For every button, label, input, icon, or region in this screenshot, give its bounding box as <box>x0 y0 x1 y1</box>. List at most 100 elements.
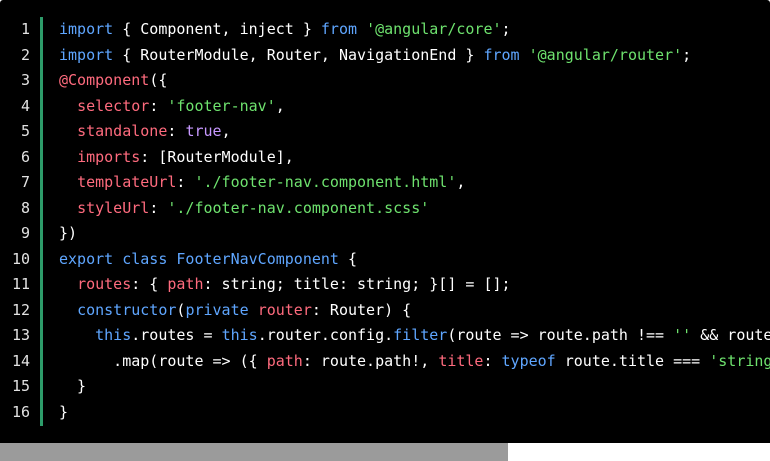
line-number: 14 <box>11 351 30 370</box>
line-number: 1 <box>20 20 30 38</box>
code-token: : <box>149 198 168 217</box>
code-line[interactable]: standalone: true, <box>59 119 770 145</box>
code-token: './footer-nav.component.html' <box>194 173 457 191</box>
code-line[interactable]: } <box>59 400 770 426</box>
code-line[interactable]: constructor(private router: Router) { <box>59 298 770 324</box>
code-token: : <box>149 96 168 115</box>
code-token: : <box>483 351 502 370</box>
code-token: styleUrl <box>77 198 150 217</box>
code-token: filter <box>393 326 448 344</box>
code-token: } <box>59 402 69 421</box>
line-number: 4 <box>20 96 30 115</box>
code-line[interactable]: import { Component, inject } from '@angu… <box>59 17 770 43</box>
code-line[interactable]: export class FooterNavComponent { <box>59 247 770 273</box>
code-token: : <box>167 122 186 140</box>
code-line[interactable]: selector: 'footer-nav', <box>59 94 770 120</box>
code-token: && route <box>691 326 770 344</box>
code-line[interactable]: } <box>59 374 770 400</box>
code-line[interactable]: styleUrl: './footer-nav.component.scss' <box>59 196 770 222</box>
line-number: 7 <box>20 173 30 191</box>
code-token: .routes = <box>131 326 222 344</box>
code-token: { RouterModule, Router, NavigationEnd } <box>113 45 484 64</box>
code-token: : { <box>131 275 168 293</box>
code-token: ({ <box>149 71 168 89</box>
code-line[interactable]: imports: [RouterModule], <box>59 145 770 171</box>
code-token: '' <box>673 326 692 344</box>
code-token: this <box>95 326 132 344</box>
line-number: 6 <box>20 147 30 166</box>
code-token: } <box>59 377 87 395</box>
code-token: private <box>185 300 249 319</box>
code-line[interactable]: import { RouterModule, Router, Navigatio… <box>59 43 770 69</box>
code-token: { Component, inject } <box>113 20 321 38</box>
code-token: standalone <box>77 122 168 140</box>
code-token: 'string' <box>709 351 770 370</box>
line-number: 3 <box>20 71 30 89</box>
code-token: : Router) { <box>311 300 412 319</box>
code-token: routes <box>77 275 132 293</box>
code-token: export <box>59 249 114 268</box>
code-token: '@angular/core' <box>366 20 502 38</box>
line-number: 2 <box>20 45 30 64</box>
code-line[interactable]: this.routes = this.router.config.filter(… <box>59 323 770 349</box>
code-token: : [RouterModule], <box>140 147 294 166</box>
code-token: from <box>483 45 520 64</box>
code-line[interactable]: templateUrl: './footer-nav.component.htm… <box>59 170 770 196</box>
code-token: @Component <box>59 71 150 89</box>
line-number: 5 <box>20 122 30 140</box>
code-token: templateUrl <box>77 173 177 191</box>
code-token: .router.config. <box>257 326 394 344</box>
code-token: ; <box>501 20 511 38</box>
code-token: , <box>456 173 466 191</box>
code-token: : route.path!, <box>302 351 439 370</box>
code-token: imports <box>77 147 141 166</box>
line-number: 15 <box>11 377 30 395</box>
code-token: (route => route.path !== <box>447 326 674 344</box>
code-token: typeof <box>501 351 556 370</box>
code-editor[interactable]: 1 2 3 4 5 6 7 8 9 10 11 12 13 14 15 16 import { Compone… <box>0 0 770 461</box>
line-number: 16 <box>11 402 30 421</box>
code-line[interactable]: .map(route => ({ path: route.path!, titl… <box>59 349 770 375</box>
line-number: 11 <box>11 275 30 293</box>
code-token: title <box>438 351 484 370</box>
code-line[interactable]: routes: { path: string; title: string; }… <box>59 272 770 298</box>
code-token: 'footer-nav' <box>167 96 276 115</box>
code-token: ; <box>682 45 692 64</box>
code-token: , <box>275 96 285 115</box>
code-token: import <box>59 45 114 64</box>
horizontal-scrollbar-thumb[interactable] <box>0 443 508 461</box>
line-number: 12 <box>11 300 30 319</box>
line-number: 13 <box>11 326 30 344</box>
code-token: selector <box>77 96 150 115</box>
code-line[interactable]: @Component({ <box>59 68 770 94</box>
line-number: 10 <box>11 249 30 268</box>
code-token: }) <box>59 224 78 242</box>
gutter-accent-bar <box>40 17 43 426</box>
code-token: : string; title: string; }[] = []; <box>203 275 511 293</box>
code-token: this <box>221 326 258 344</box>
code-token: { <box>338 249 358 268</box>
code-token: from <box>320 20 358 38</box>
code-token: true <box>185 122 222 140</box>
code-token: '@angular/router' <box>528 45 683 64</box>
line-number-gutter: 1 2 3 4 5 6 7 8 9 10 11 12 13 14 15 16 <box>0 17 36 425</box>
code-token: : <box>176 173 195 191</box>
code-token: , <box>221 122 231 140</box>
code-token: router <box>257 300 312 319</box>
code-token: .map(route => ({ <box>59 351 267 370</box>
code-content[interactable]: import { Component, inject } from '@angu… <box>59 17 770 425</box>
code-line[interactable]: }) <box>59 221 770 247</box>
line-number: 8 <box>20 198 30 217</box>
